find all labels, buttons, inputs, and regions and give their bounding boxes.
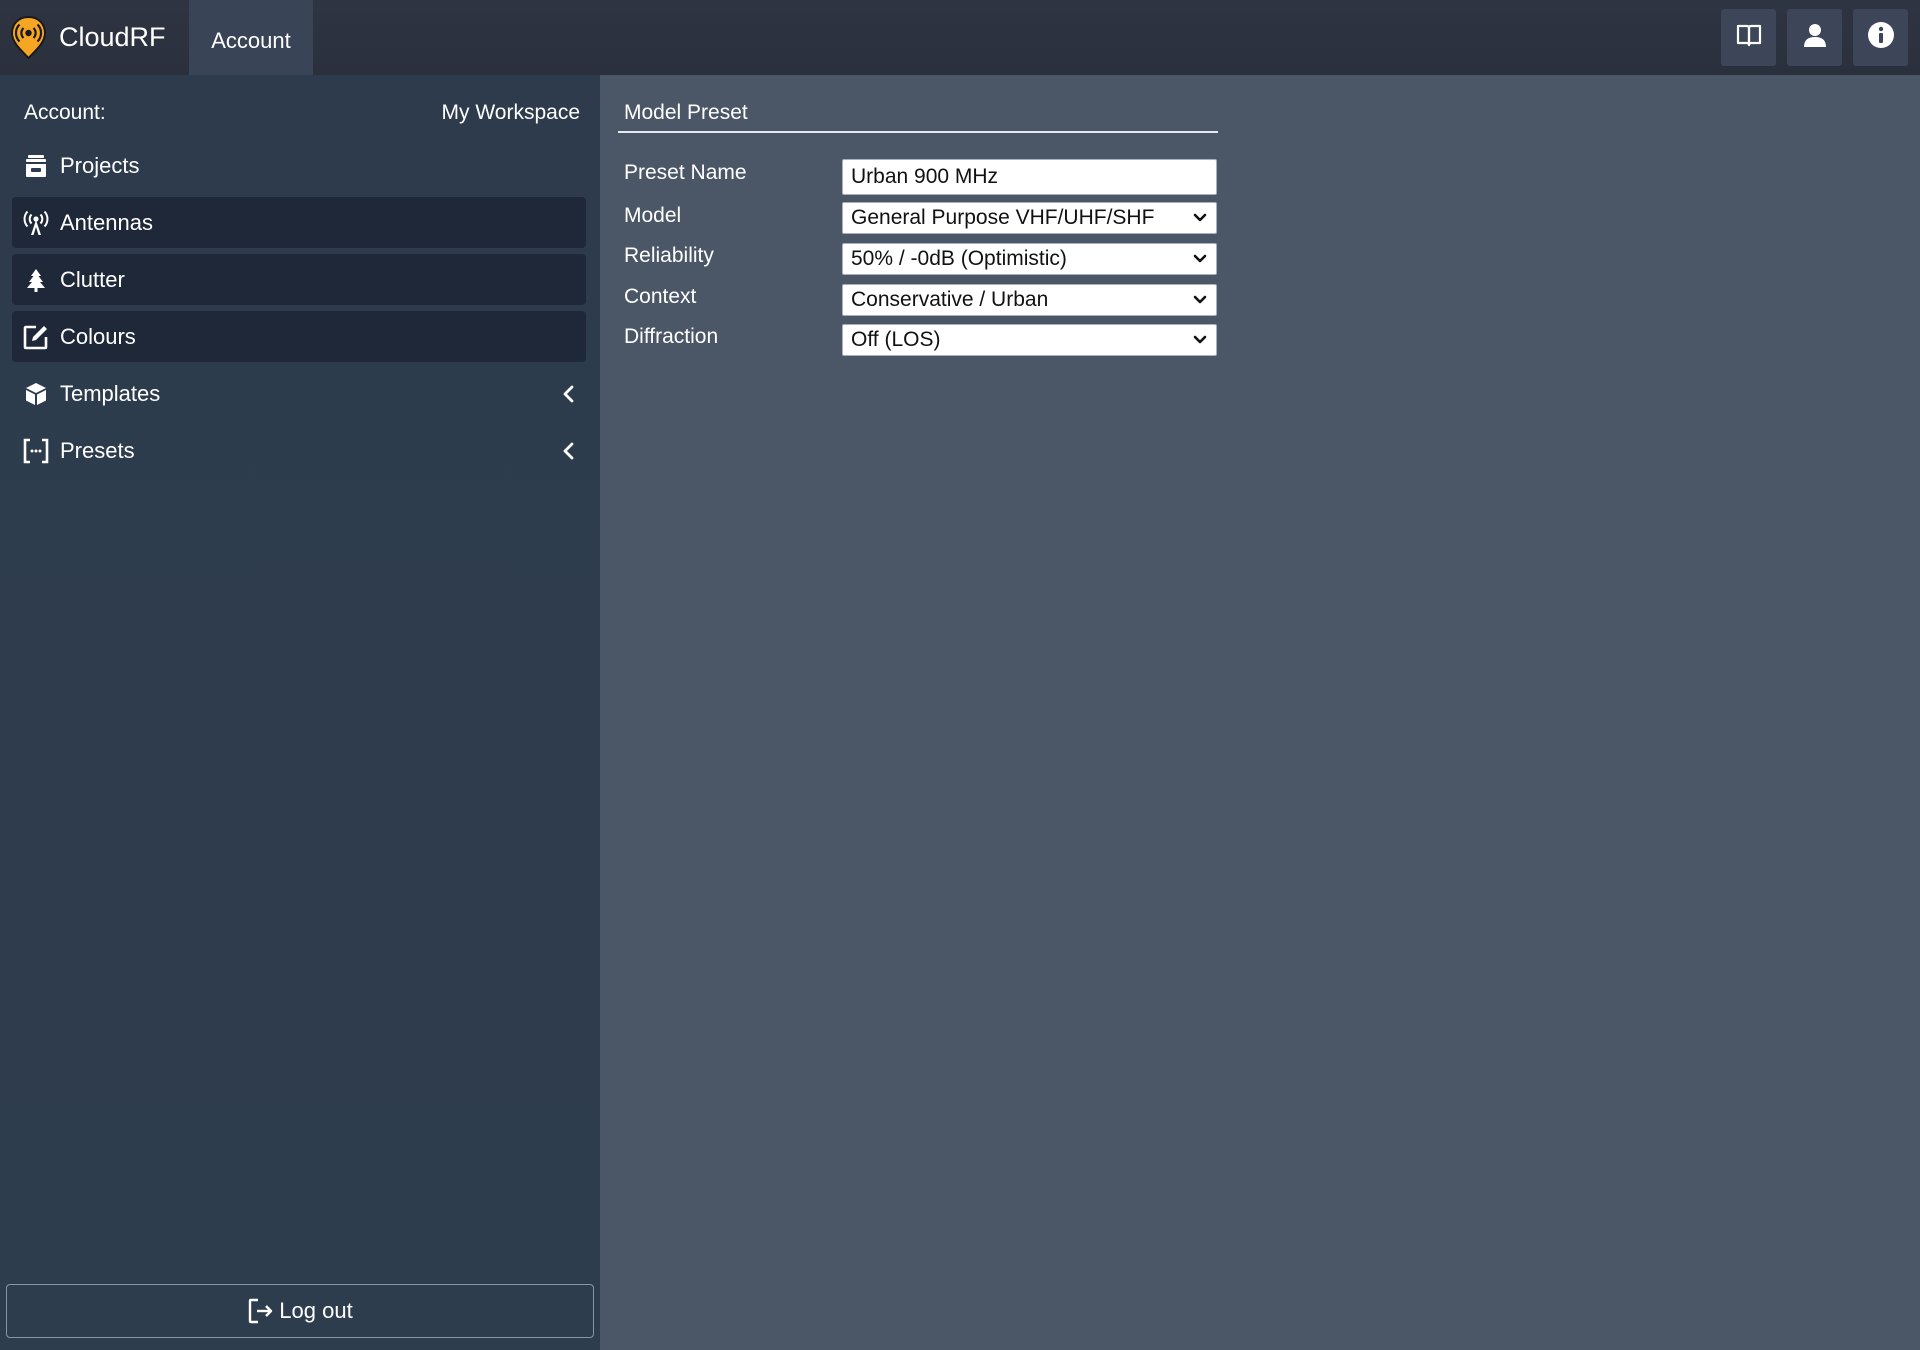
logout-button[interactable]: Log out: [6, 1284, 594, 1338]
field-label: Reliability: [624, 244, 714, 267]
chevron-left-icon[interactable]: [560, 384, 576, 404]
logout-icon: [247, 1297, 275, 1325]
form-row-diffraction: Diffraction Off (LOS): [624, 324, 1217, 356]
field-label: Preset Name: [624, 161, 747, 184]
info-icon: [1867, 21, 1895, 54]
account-label: Account:: [24, 101, 106, 124]
cloudrf-logo-icon: [10, 15, 47, 60]
select-value: 50% / -0dB (Optimistic): [851, 247, 1067, 270]
main-panel: Model Preset Preset Name Model General P…: [600, 75, 1920, 1350]
user-button[interactable]: [1787, 9, 1842, 66]
select-value: Conservative / Urban: [851, 288, 1049, 311]
form-row-model: Model General Purpose VHF/UHF/SHF: [624, 202, 1217, 234]
select-value: Off (LOS): [851, 328, 941, 351]
app-name: CloudRF: [59, 22, 166, 52]
logout-label: Log out: [279, 1298, 353, 1323]
sidebar-item-label: Colours: [60, 323, 136, 349]
brand[interactable]: CloudRF: [0, 0, 189, 75]
tree-icon: [23, 267, 49, 293]
form-row-reliability: Reliability 50% / -0dB (Optimistic): [624, 243, 1217, 275]
book-icon: [1736, 23, 1762, 52]
info-button[interactable]: [1853, 9, 1908, 66]
sidebar-item-label: Clutter: [60, 266, 125, 292]
antenna-icon: [23, 210, 49, 236]
select-value: General Purpose VHF/UHF/SHF: [851, 206, 1155, 229]
tab-account[interactable]: Account: [189, 0, 313, 75]
account-row: Account: My Workspace: [24, 101, 580, 125]
edit-square-icon: [23, 324, 49, 350]
sidebar-item-label: Projects: [60, 152, 140, 178]
docs-button[interactable]: [1721, 9, 1776, 66]
sidebar-item-projects[interactable]: Projects: [12, 140, 586, 191]
sidebar-item-label: Presets: [60, 437, 135, 463]
archive-icon: [23, 153, 49, 179]
sidebar: Account: My Workspace Projects Antennas …: [0, 75, 600, 1350]
chevron-down-icon: [1192, 292, 1208, 308]
sidebar-item-label: Antennas: [60, 209, 153, 235]
section-title: Model Preset: [624, 101, 748, 124]
user-icon: [1802, 22, 1828, 53]
sidebar-item-label: Templates: [60, 380, 161, 406]
brackets-icon: [23, 438, 49, 464]
diffraction-select[interactable]: Off (LOS): [842, 324, 1217, 356]
preset-name-input[interactable]: [842, 159, 1217, 195]
chevron-down-icon: [1192, 210, 1208, 226]
top-icon-group: [1721, 9, 1908, 66]
field-label: Model: [624, 204, 682, 227]
sidebar-item-colours[interactable]: Colours: [12, 311, 586, 362]
sidebar-item-clutter[interactable]: Clutter: [12, 254, 586, 305]
chevron-left-icon[interactable]: [560, 441, 576, 461]
sidebar-item-presets[interactable]: Presets: [12, 425, 586, 476]
model-select[interactable]: General Purpose VHF/UHF/SHF: [842, 202, 1217, 234]
reliability-select[interactable]: 50% / -0dB (Optimistic): [842, 243, 1217, 275]
chevron-down-icon: [1192, 251, 1208, 267]
sidebar-item-templates[interactable]: Templates: [12, 368, 586, 419]
cube-icon: [23, 381, 49, 407]
chevron-down-icon: [1192, 332, 1208, 348]
form-row-context: Context Conservative / Urban: [624, 284, 1217, 316]
top-bar: CloudRF Account: [0, 0, 1920, 75]
sidebar-menu: Projects Antennas Clutter Colours Templa…: [12, 140, 586, 482]
field-label: Diffraction: [624, 325, 719, 348]
form-row-preset-name: Preset Name: [624, 159, 1217, 195]
section-divider: [618, 131, 1218, 133]
context-select[interactable]: Conservative / Urban: [842, 284, 1217, 316]
workspace-name[interactable]: My Workspace: [442, 101, 580, 125]
field-label: Context: [624, 285, 697, 308]
sidebar-item-antennas[interactable]: Antennas: [12, 197, 586, 248]
